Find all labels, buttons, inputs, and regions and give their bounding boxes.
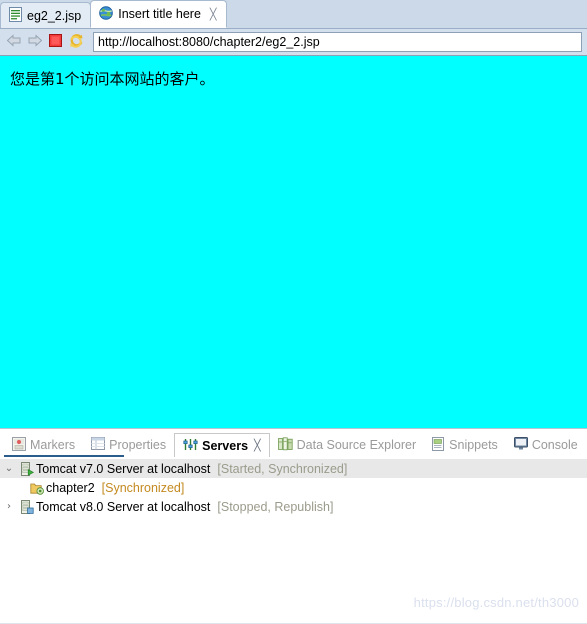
eclipse-internal-browser-window: eg2_2.jsp Insert title here ╳ http://loc… [0,0,587,624]
refresh-button[interactable] [66,32,87,53]
back-button[interactable] [3,32,24,53]
close-icon[interactable]: ╳ [210,8,217,21]
refresh-icon [69,33,84,51]
snippets-icon [432,436,445,454]
forward-button[interactable] [24,32,45,53]
tab-properties[interactable]: Properties [83,433,174,457]
editor-tab-insert-title-here[interactable]: Insert title here ╳ [90,0,227,28]
properties-icon [91,437,106,453]
stop-button[interactable] [45,32,66,53]
server-status: [Started, Synchronized] [217,461,348,476]
jsp-file-icon [9,6,22,25]
server-name: Tomcat v7.0 Server at localhost [36,461,211,476]
server-status: [Stopped, Republish] [217,499,334,514]
stop-icon [49,34,62,50]
server-started-icon [18,461,36,476]
table-row[interactable]: › Tomcat v8.0 Server at localhost [Stopp… [0,497,587,516]
editor-tab-eg2_2-jsp[interactable]: eg2_2.jsp [0,2,92,28]
tab-label: Servers [202,438,249,453]
console-icon [513,437,528,453]
module-status: [Synchronized] [101,480,185,495]
markers-icon [12,436,26,454]
editor-tab-label: Insert title here [118,7,201,21]
forward-arrow-icon [27,34,43,50]
server-stopped-icon [18,499,36,514]
watermark: https://blog.csdn.net/th3000 [413,595,579,610]
browser-toolbar: http://localhost:8080/chapter2/eg2_2.jsp [0,29,587,56]
editor-tab-label: eg2_2.jsp [27,8,82,23]
servers-icon [183,438,198,454]
url-text: http://localhost:8080/chapter2/eg2_2.jsp [98,35,320,49]
page-body-text: 您是第1个访问本网站的客户。 [10,70,215,88]
editor-tab-strip: eg2_2.jsp Insert title here ╳ [0,0,587,29]
bottom-view-tab-bar: Markers Properties Servers ╳ Data Source… [0,433,587,457]
tab-markers[interactable]: Markers [4,433,83,457]
globe-icon [99,5,114,23]
url-input[interactable]: http://localhost:8080/chapter2/eg2_2.jsp [93,32,582,52]
back-arrow-icon [6,34,22,50]
chevron-right-icon[interactable]: › [0,501,18,512]
tab-data-source-explorer[interactable]: Data Source Explorer [270,433,425,457]
module-name: chapter2 [46,480,95,495]
tab-label: Console [531,438,578,452]
tab-label: Snippets [449,438,498,452]
data-source-explorer-icon [277,436,293,454]
server-name: Tomcat v8.0 Server at localhost [36,499,211,514]
tab-label: Data Source Explorer [296,438,417,452]
chevron-down-icon[interactable]: ⌄ [0,463,18,474]
close-icon[interactable]: ╳ [254,439,261,452]
module-icon [28,481,46,495]
tab-label: Properties [109,438,167,452]
table-row[interactable]: chapter2 [Synchronized] [0,478,587,497]
browser-content-area: 您是第1个访问本网站的客户。 [0,56,587,428]
tab-label: Markers [30,438,76,452]
table-row[interactable]: ⌄ Tomcat v7.0 Server at localhost [Start… [0,459,587,478]
tab-console[interactable]: Console [506,433,586,457]
tab-servers[interactable]: Servers ╳ [174,433,270,457]
tab-snippets[interactable]: Snippets [424,433,506,457]
servers-tree: ⌄ Tomcat v7.0 Server at localhost [Start… [0,457,587,579]
